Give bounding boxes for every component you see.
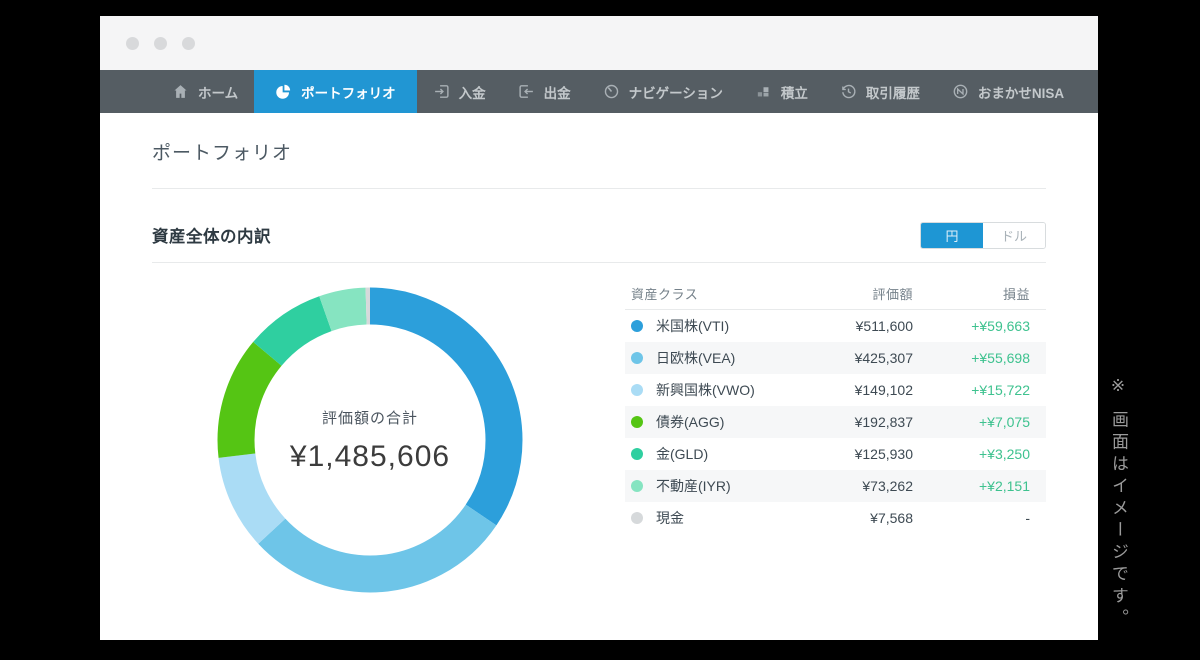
nav-item-label: ポートフォリオ — [301, 82, 396, 102]
asset-valuation: ¥511,600 — [763, 318, 913, 334]
asset-table-body: 米国株(VTI) ¥511,600+¥59,663 日欧株(VEA) ¥425,307… — [625, 310, 1046, 534]
nav-item-home[interactable]: ホーム — [156, 70, 254, 113]
table-row: 新興国株(VWO) ¥149,102+¥15,722 — [625, 374, 1046, 406]
portfolio-main: 評価額の合計 ¥1,485,606 資産クラス 評価額 損益 米国株(VTI) ¥… — [152, 277, 1046, 593]
nav-item-label: 入金 — [459, 82, 486, 102]
table-row: 金(GLD) ¥125,930+¥3,250 — [625, 438, 1046, 470]
asset-name-cell: 米国株(VTI) — [625, 316, 763, 336]
navigation-icon — [603, 83, 620, 100]
nav-item-deposit[interactable]: 入金 — [417, 70, 502, 113]
table-row: 債券(AGG) ¥192,837+¥7,075 — [625, 406, 1046, 438]
asset-color-dot — [631, 416, 643, 428]
asset-name-cell: 不動産(IYR) — [625, 476, 763, 496]
currency-toggle-yen[interactable]: 円 — [921, 223, 983, 248]
divider — [152, 262, 1046, 263]
asset-name-cell: 債券(AGG) — [625, 412, 763, 432]
asset-name: 金(GLD) — [656, 444, 708, 464]
asset-table-header: 資産クラス 評価額 損益 — [625, 277, 1046, 310]
window-titlebar — [100, 16, 1098, 70]
asset-valuation: ¥192,837 — [763, 414, 913, 430]
nav-item-portfolio[interactable]: ポートフォリオ — [254, 70, 417, 113]
page-content: ポートフォリオ 資産全体の内訳 円ドル 評価額の合計 ¥1,485,606 資産… — [100, 113, 1098, 593]
asset-color-dot — [631, 320, 643, 332]
home-icon — [172, 83, 189, 100]
nav-item-withdraw[interactable]: 出金 — [502, 70, 587, 113]
nav-item-label: ナビゲーション — [629, 82, 723, 102]
asset-name: 米国株(VTI) — [656, 316, 729, 336]
asset-name: 不動産(IYR) — [656, 476, 731, 496]
nav-item-label: 出金 — [544, 82, 571, 102]
asset-name: 債券(AGG) — [656, 412, 724, 432]
navbar: ホーム ポートフォリオ 入金 出金 ナビゲーション 積立 取引履歴 おまかせNISA — [100, 70, 1098, 113]
nav-item-navigation[interactable]: ナビゲーション — [587, 70, 739, 113]
browser-window: ホームポートフォリオ入金出金ナビゲーション積立取引履歴おまかせNISA ポートフ… — [100, 16, 1098, 640]
asset-color-dot — [631, 352, 643, 364]
asset-color-dot — [631, 512, 643, 524]
window-dot — [182, 37, 195, 50]
asset-valuation: ¥73,262 — [763, 478, 913, 494]
asset-profit: - — [913, 510, 1030, 526]
donut-chart: 評価額の合計 ¥1,485,606 — [217, 287, 523, 593]
nav-item-history[interactable]: 取引履歴 — [824, 70, 936, 113]
asset-profit: +¥3,250 — [913, 446, 1030, 462]
nav-item-tsumitate[interactable]: 積立 — [739, 70, 824, 113]
section-title: 資産全体の内訳 — [152, 223, 271, 247]
table-row: 日欧株(VEA) ¥425,307+¥55,698 — [625, 342, 1046, 374]
deposit-icon — [433, 83, 450, 100]
nav-item-label: おまかせNISA — [978, 82, 1064, 102]
table-row: 不動産(IYR) ¥73,262+¥2,151 — [625, 470, 1046, 502]
column-header-asset-class: 資産クラス — [625, 284, 763, 303]
asset-table: 資産クラス 評価額 損益 米国株(VTI) ¥511,600+¥59,663 日欧株… — [625, 277, 1046, 593]
withdraw-icon — [518, 83, 535, 100]
asset-name: 新興国株(VWO) — [656, 380, 755, 400]
section-header: 資産全体の内訳 円ドル — [152, 221, 1046, 249]
asset-profit: +¥55,698 — [913, 350, 1030, 366]
asset-valuation: ¥425,307 — [763, 350, 913, 366]
asset-profit: +¥59,663 — [913, 318, 1030, 334]
omakase-nisa-icon — [952, 83, 969, 100]
asset-color-dot — [631, 480, 643, 492]
asset-valuation: ¥125,930 — [763, 446, 913, 462]
disclaimer-note: ※ 画面はイメージです。 — [1106, 376, 1131, 631]
table-row: 現金 ¥7,568- — [625, 502, 1046, 534]
table-row: 米国株(VTI) ¥511,600+¥59,663 — [625, 310, 1046, 342]
asset-name-cell: 金(GLD) — [625, 444, 763, 464]
asset-valuation: ¥7,568 — [763, 510, 913, 526]
asset-profit: +¥7,075 — [913, 414, 1030, 430]
portfolio-icon — [275, 83, 292, 100]
nav-item-label: 取引履歴 — [866, 82, 920, 102]
donut-center: 評価額の合計 ¥1,485,606 — [217, 287, 523, 593]
asset-name: 日欧株(VEA) — [656, 348, 735, 368]
asset-color-dot — [631, 384, 643, 396]
nav-item-label: 積立 — [781, 82, 808, 102]
asset-profit: +¥2,151 — [913, 478, 1030, 494]
asset-name-cell: 現金 — [625, 508, 763, 528]
asset-name-cell: 日欧株(VEA) — [625, 348, 763, 368]
history-icon — [840, 83, 857, 100]
asset-valuation: ¥149,102 — [763, 382, 913, 398]
donut-center-value: ¥1,485,606 — [290, 440, 450, 474]
nav-item-omakase-nisa[interactable]: おまかせNISA — [936, 70, 1080, 113]
window-dot — [154, 37, 167, 50]
donut-center-label: 評価額の合計 — [322, 407, 418, 428]
currency-toggle-dollar[interactable]: ドル — [983, 223, 1045, 248]
column-header-valuation: 評価額 — [763, 284, 913, 303]
asset-profit: +¥15,722 — [913, 382, 1030, 398]
asset-color-dot — [631, 448, 643, 460]
asset-name: 現金 — [656, 508, 684, 528]
tsumitate-icon — [755, 83, 772, 100]
divider — [152, 188, 1046, 189]
window-dot — [126, 37, 139, 50]
asset-name-cell: 新興国株(VWO) — [625, 380, 763, 400]
nav-item-label: ホーム — [198, 82, 238, 102]
currency-toggle: 円ドル — [920, 222, 1046, 249]
column-header-profit: 損益 — [913, 284, 1030, 303]
page-title: ポートフォリオ — [152, 113, 1046, 165]
